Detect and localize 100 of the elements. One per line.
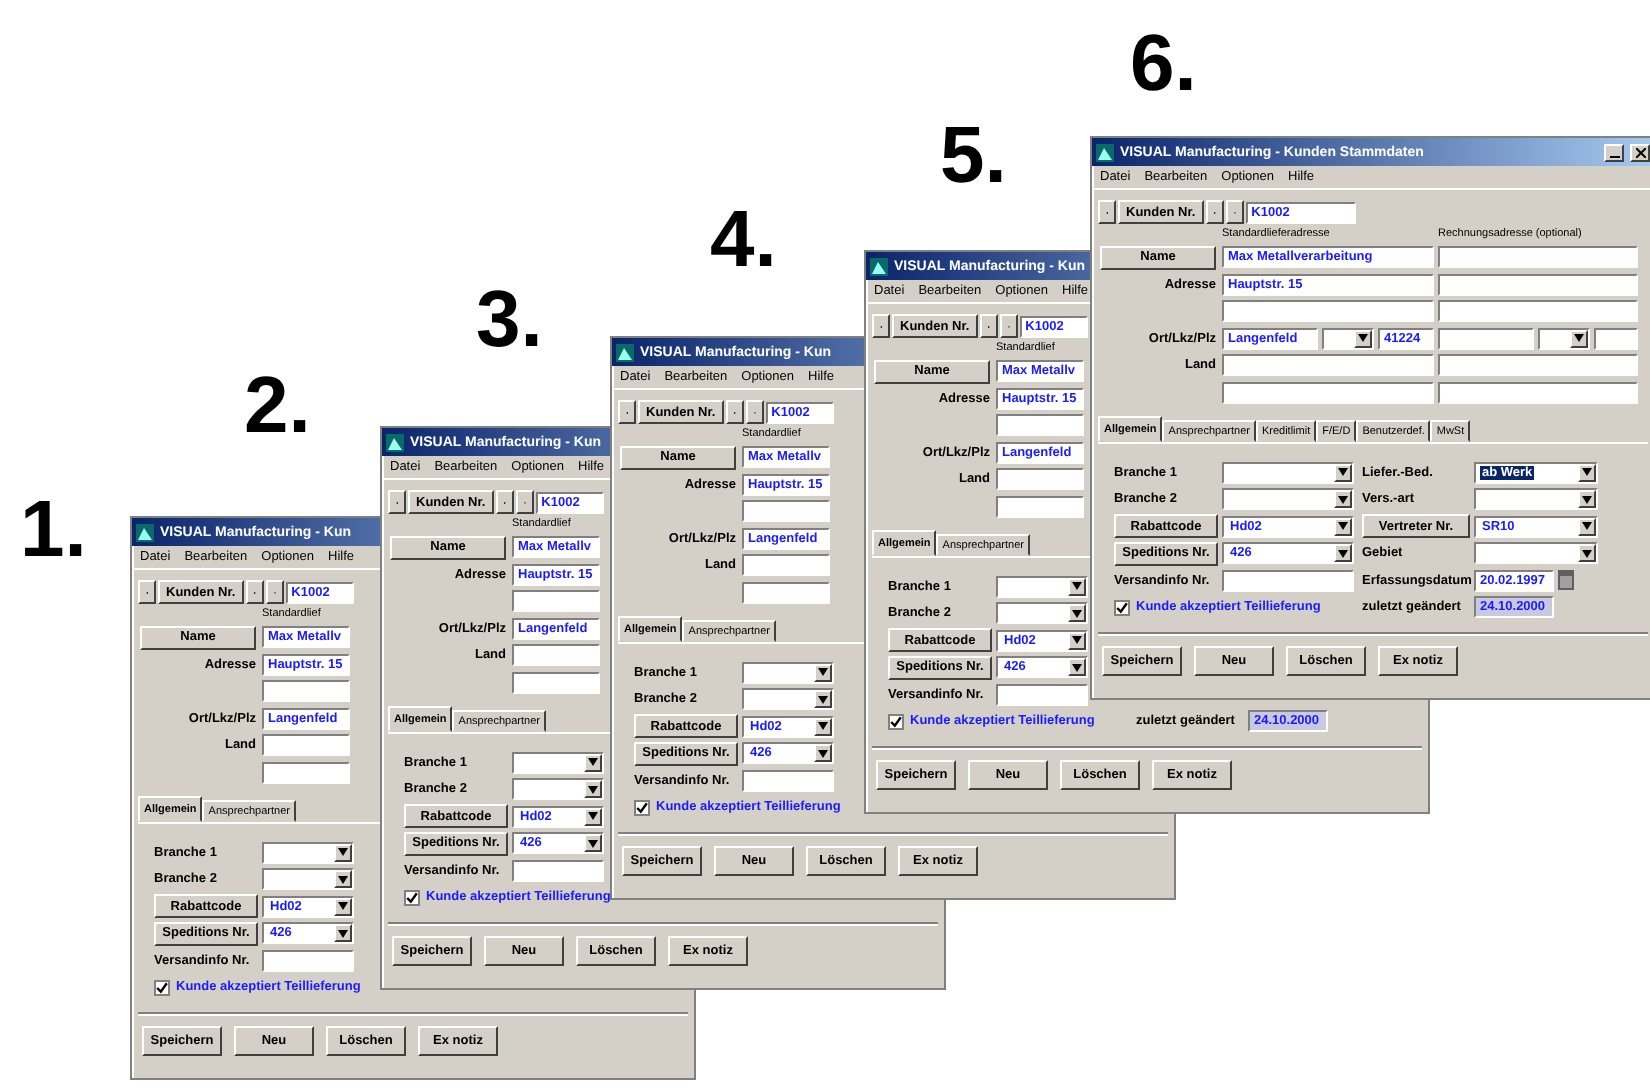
- dropdown-arrow-icon[interactable]: [1068, 631, 1086, 649]
- dropdown-arrow-icon[interactable]: [1068, 604, 1086, 622]
- dropdown-arrow-icon[interactable]: [1578, 544, 1596, 562]
- next-button[interactable]: [1205, 200, 1224, 224]
- minimize-button[interactable]: [1604, 143, 1624, 161]
- dropdown-field[interactable]: [742, 661, 834, 683]
- dropdown-arrow-icon[interactable]: [584, 807, 602, 825]
- previous-button[interactable]: [388, 490, 406, 514]
- input-field[interactable]: [742, 500, 830, 523]
- input-field[interactable]: [1438, 327, 1534, 350]
- dropdown-button[interactable]: [1225, 200, 1244, 224]
- app-icon: [1096, 143, 1114, 161]
- dropdown-arrow-icon[interactable]: [1334, 490, 1352, 508]
- dropdown-button[interactable]: [999, 314, 1018, 338]
- dropdown-field[interactable]: [512, 778, 604, 800]
- dropdown-arrow-icon[interactable]: [1578, 463, 1596, 481]
- dropdown-field[interactable]: [512, 751, 604, 773]
- previous-button[interactable]: [1098, 200, 1116, 224]
- dropdown-field[interactable]: [742, 688, 834, 710]
- dropdown-arrow-icon[interactable]: [334, 897, 352, 915]
- input-field[interactable]: [512, 644, 600, 667]
- input-field[interactable]: [1438, 354, 1638, 377]
- dropdown-arrow-icon[interactable]: [814, 663, 832, 681]
- input-field[interactable]: [1438, 381, 1638, 404]
- close-button[interactable]: [1630, 143, 1650, 161]
- dropdown-button[interactable]: [745, 400, 764, 424]
- input-field[interactable]: [742, 554, 830, 577]
- app-icon: [870, 257, 888, 275]
- dropdown-arrow-icon[interactable]: [1578, 490, 1596, 508]
- step-number: 2.: [244, 366, 311, 446]
- dropdown-arrow-icon[interactable]: [1068, 658, 1086, 676]
- dropdown-field[interactable]: [1322, 327, 1374, 350]
- input-field[interactable]: [1222, 381, 1434, 404]
- dropdown-field[interactable]: [1538, 327, 1590, 350]
- input-field[interactable]: [1222, 569, 1354, 591]
- input-field[interactable]: [1594, 327, 1638, 350]
- dropdown-field[interactable]: [1474, 488, 1598, 510]
- input-field[interactable]: [512, 590, 600, 613]
- app-icon: [616, 343, 634, 361]
- input-field[interactable]: [996, 414, 1084, 437]
- dropdown-button[interactable]: [515, 490, 534, 514]
- input-field[interactable]: [996, 495, 1084, 518]
- close-icon: [1635, 147, 1645, 157]
- next-button[interactable]: [495, 490, 514, 514]
- input-field[interactable]: [742, 769, 834, 791]
- previous-button[interactable]: [618, 400, 636, 424]
- dropdown-field[interactable]: [996, 602, 1088, 624]
- step-number: 4.: [710, 200, 777, 280]
- input-field[interactable]: [742, 581, 830, 604]
- input-field[interactable]: [1438, 246, 1638, 269]
- dropdown-arrow-icon[interactable]: [584, 753, 602, 771]
- checkbox[interactable]: [634, 799, 650, 815]
- dropdown-arrow-icon[interactable]: [1570, 329, 1588, 348]
- step-number: 6.: [1130, 24, 1197, 104]
- input-field[interactable]: [1438, 300, 1638, 323]
- dropdown-arrow-icon[interactable]: [814, 744, 832, 762]
- input-field[interactable]: [996, 468, 1084, 491]
- dropdown-arrow-icon[interactable]: [334, 870, 352, 888]
- dropdown-arrow-icon[interactable]: [814, 690, 832, 708]
- input-field[interactable]: [262, 680, 350, 703]
- previous-button[interactable]: [138, 580, 156, 604]
- dropdown-field[interactable]: [996, 575, 1088, 597]
- dropdown-arrow-icon[interactable]: [1068, 577, 1086, 595]
- dropdown-button[interactable]: [265, 580, 284, 604]
- dropdown-field[interactable]: [1474, 542, 1598, 564]
- dropdown-arrow-icon[interactable]: [1354, 329, 1372, 348]
- dropdown-arrow-icon[interactable]: [334, 843, 352, 861]
- input-field[interactable]: [1222, 300, 1434, 323]
- next-button[interactable]: [725, 400, 744, 424]
- checkbox[interactable]: [404, 889, 420, 905]
- dropdown-arrow-icon[interactable]: [1334, 544, 1352, 562]
- step-number: 1.: [20, 490, 87, 570]
- input-field[interactable]: [512, 859, 604, 881]
- dropdown-arrow-icon[interactable]: [1578, 517, 1596, 535]
- next-button[interactable]: [979, 314, 998, 338]
- checkbox[interactable]: [1114, 599, 1130, 615]
- dropdown-field[interactable]: [1222, 488, 1354, 510]
- previous-button[interactable]: [872, 314, 890, 338]
- app-icon: [136, 523, 154, 541]
- dropdown-arrow-icon[interactable]: [1334, 463, 1352, 481]
- checkbox[interactable]: [888, 713, 904, 729]
- dropdown-arrow-icon[interactable]: [584, 834, 602, 852]
- dropdown-arrow-icon[interactable]: [584, 780, 602, 798]
- next-button[interactable]: [245, 580, 264, 604]
- dropdown-field[interactable]: [262, 868, 354, 890]
- dropdown-field[interactable]: [262, 841, 354, 863]
- dropdown-arrow-icon[interactable]: [814, 717, 832, 735]
- dropdown-field[interactable]: [1222, 461, 1354, 483]
- input-field[interactable]: [262, 761, 350, 784]
- input-field[interactable]: [512, 671, 600, 694]
- input-field[interactable]: [996, 683, 1088, 705]
- input-field[interactable]: [1222, 354, 1434, 377]
- dropdown-arrow-icon[interactable]: [1334, 517, 1352, 535]
- input-field[interactable]: [262, 949, 354, 971]
- dropdown-arrow-icon[interactable]: [334, 924, 352, 942]
- input-field[interactable]: [1438, 273, 1638, 296]
- input-field[interactable]: [262, 734, 350, 757]
- checkbox[interactable]: [154, 979, 170, 995]
- app-icon: [386, 433, 404, 451]
- step-number: 3.: [476, 280, 543, 360]
